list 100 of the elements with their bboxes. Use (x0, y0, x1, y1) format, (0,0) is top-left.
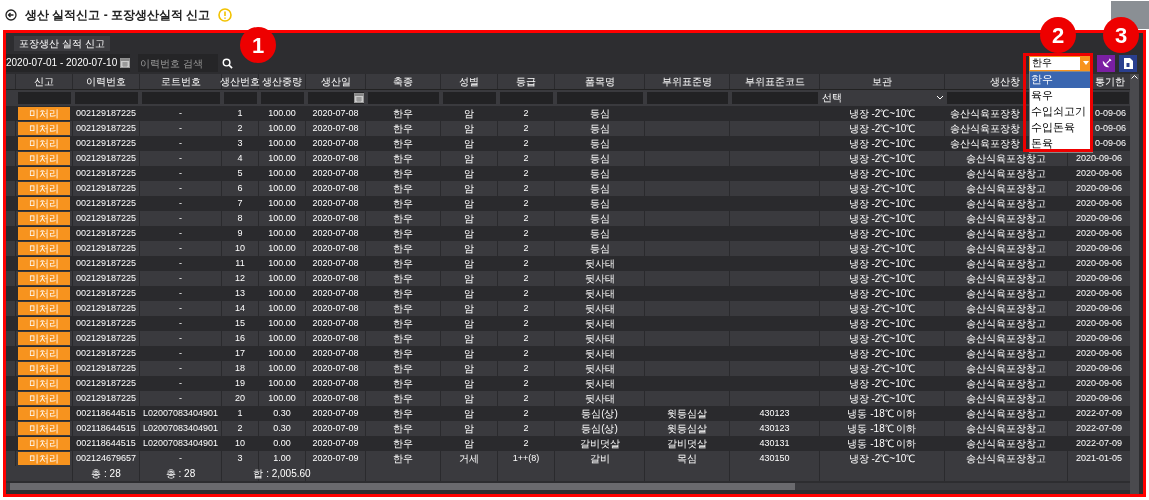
dropdown-option[interactable]: 수입쇠고기 (1030, 103, 1092, 120)
table-cell: 2 (523, 349, 529, 358)
table-cell: 2 (523, 259, 529, 268)
table-cell: 100.00 (268, 124, 296, 133)
table-cell: 냉장 -2℃~10℃ (848, 228, 916, 239)
table-cell: 한우 (393, 363, 413, 374)
table-cell: 2020-09-06 (1075, 289, 1122, 298)
filter-input[interactable] (224, 92, 257, 104)
table-cell: 한우 (393, 198, 413, 209)
table-cell: 430131 (759, 439, 790, 448)
column-header[interactable]: 이력번호 (86, 76, 126, 87)
table-cell: 암 (464, 153, 474, 164)
filter-input[interactable] (500, 92, 553, 104)
vertical-scrollbar[interactable] (1130, 74, 1139, 494)
column-header[interactable]: 생산번호 (220, 76, 260, 87)
dropdown-option[interactable]: 한우 (1030, 71, 1092, 88)
scroll-up-icon[interactable] (1131, 74, 1138, 79)
save-button[interactable] (1119, 54, 1137, 72)
calendar-icon[interactable] (120, 58, 131, 68)
table-cell: 암 (464, 348, 474, 359)
filter-input[interactable] (142, 92, 220, 104)
table-cell: 2 (523, 214, 529, 223)
column-header[interactable]: 통기한 (1095, 76, 1125, 87)
filter-input[interactable] (308, 92, 364, 104)
window-title: 생산 실적신고 - 포장생산실적 신고 (25, 7, 211, 24)
table-cell: 암 (464, 408, 474, 419)
column-header[interactable]: 생산중량 (262, 76, 302, 87)
column-header[interactable]: 생산창 (990, 76, 1020, 87)
table-cell: 2020-07-08 (312, 349, 359, 358)
table-cell: 등심 (589, 183, 610, 194)
table-cell: 냉장 -2℃~10℃ (848, 213, 916, 224)
table-cell: 2 (523, 394, 529, 403)
table-cell: - (179, 319, 182, 328)
table-cell: 거세 (459, 453, 479, 464)
dropdown-option[interactable]: 돈육 (1030, 135, 1092, 152)
table-cell: 5 (237, 169, 243, 178)
column-header[interactable]: 품목명 (584, 76, 615, 87)
filter-input[interactable] (557, 92, 643, 104)
dropdown-option[interactable]: 수입돈육 (1030, 119, 1092, 136)
table-cell: 2020-09-06 (1075, 304, 1122, 313)
storage-filter-select[interactable]: 선택 (822, 91, 943, 105)
table-cell: 갈비덧살 (667, 438, 707, 449)
table-cell: 냉장 -2℃~10℃ (848, 453, 916, 464)
table-cell: 2020-09-06 (1075, 379, 1122, 388)
table-cell: 윗등심살 (667, 408, 707, 419)
table-cell: - (179, 289, 182, 298)
filter-input[interactable] (368, 92, 439, 104)
table-cell: 냉동 -18℃ 이하 (847, 438, 917, 449)
table-cell: 8 (237, 214, 243, 223)
table-cell: 2020-07-08 (312, 259, 359, 268)
column-header[interactable]: 로트번호 (160, 76, 201, 87)
column-header[interactable]: 부위표준명 (662, 76, 712, 87)
table-cell: 100.00 (268, 364, 296, 373)
warning-icon[interactable] (218, 8, 233, 22)
horizontal-scrollbar[interactable] (6, 483, 1130, 490)
column-header[interactable]: 부위표준코드 (744, 76, 805, 87)
table-cell: 송산식육포장창 (950, 123, 1020, 134)
table-cell: 암 (464, 318, 474, 329)
table-cell: 002129187225 (75, 319, 137, 328)
table-cell: 002129187225 (75, 154, 137, 163)
tab[interactable]: 포장생산 실적 신고 (14, 36, 110, 51)
table-cell: 2022-07-09 (1075, 439, 1122, 448)
tool-button[interactable] (1097, 54, 1115, 72)
filter-input[interactable] (261, 92, 304, 104)
table-cell: 002129187225 (75, 334, 137, 343)
filter-input[interactable] (647, 92, 728, 104)
column-header[interactable]: 생산일 (320, 76, 351, 87)
filter-input[interactable] (732, 92, 818, 104)
search-field[interactable]: 이력번호 검색 (138, 54, 219, 72)
table-cell: 암 (464, 393, 474, 404)
column-header[interactable]: 성별 (459, 76, 479, 87)
table-cell: 한우 (393, 318, 413, 329)
filter-input[interactable] (18, 92, 71, 104)
back-arrow-icon[interactable] (5, 9, 17, 21)
search-icon[interactable] (222, 57, 234, 69)
table-cell: 송산식육포장창고 (966, 393, 1046, 404)
column-header[interactable]: 신고 (34, 76, 54, 87)
table-cell: 송산식육포장창 (950, 138, 1020, 149)
table-cell: 2 (523, 289, 529, 298)
table-cell: - (179, 259, 182, 268)
column-header[interactable]: 축종 (393, 76, 413, 87)
table-cell: 4 (237, 154, 243, 163)
table-cell: 2020-07-08 (312, 364, 359, 373)
table-cell: 2 (523, 319, 529, 328)
column-header[interactable]: 등급 (516, 76, 536, 87)
table-cell: 뒷사태 (584, 393, 615, 404)
table-cell: 2 (523, 154, 529, 163)
filter-input[interactable] (75, 92, 138, 104)
table-cell: 뒷사태 (584, 318, 615, 329)
filter-input[interactable] (443, 92, 496, 104)
table-cell: 002129187225 (75, 394, 137, 403)
table-cell: 002129187225 (75, 124, 137, 133)
dropdown-option[interactable]: 육우 (1030, 87, 1092, 104)
column-header[interactable]: 보관 (872, 76, 892, 87)
table-cell: 0.30 (273, 409, 291, 418)
table-cell: 등심(상) (581, 408, 618, 419)
table-cell: - (179, 379, 182, 388)
table-cell: 2020-07-08 (312, 199, 359, 208)
table-cell: 암 (464, 183, 474, 194)
table-cell: 10 (235, 439, 245, 448)
